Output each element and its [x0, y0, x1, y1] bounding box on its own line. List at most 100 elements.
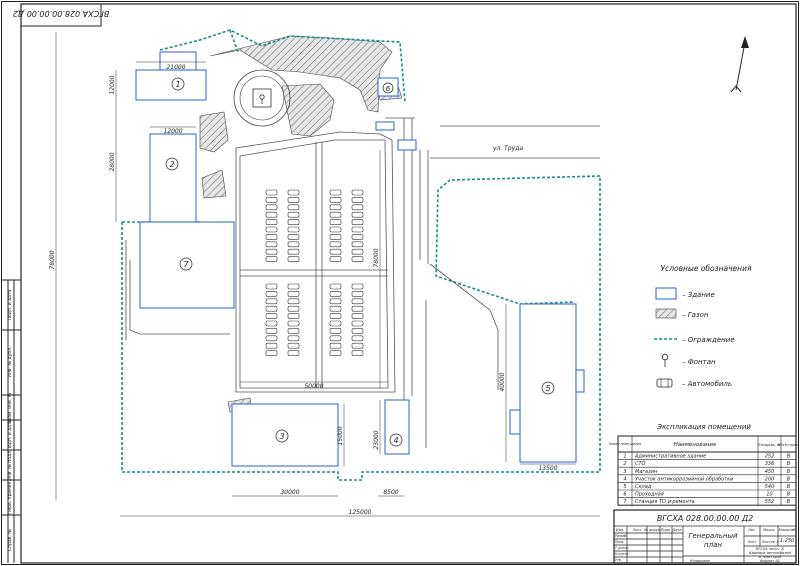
dim-23000: 23000	[373, 430, 380, 449]
dim-12000-a: 12000	[109, 75, 116, 94]
car-icon	[265, 189, 278, 196]
left-margin-column: Подп. и дата Инв. № дубл. Взам. инв. № П…	[1, 279, 21, 563]
fountain-icon	[252, 88, 272, 108]
title-block-row-3: Н.контр.	[615, 552, 629, 556]
car-icon	[287, 313, 300, 319]
explication-cell-number: 1	[623, 454, 626, 460]
car-icon	[329, 234, 342, 240]
legend: Условные обозначения – Здание – Газон – …	[654, 264, 752, 388]
car-icon	[329, 219, 342, 225]
car-icon	[329, 328, 342, 334]
legend-item-building: – Здание	[682, 291, 715, 299]
dim-40000: 40000	[499, 372, 506, 391]
car-icon	[329, 335, 342, 342]
explication-cell-category: В	[787, 476, 791, 482]
car-icon	[287, 320, 300, 327]
explication-cell-category: В	[787, 469, 791, 475]
car-icon	[351, 298, 364, 305]
side-label-3: Подп. и дата	[7, 419, 13, 450]
car-icon	[329, 313, 342, 319]
car-icon	[265, 248, 278, 255]
explication-cell-number: 3	[623, 469, 626, 475]
car-icon	[351, 313, 364, 319]
gate-box-1	[375, 121, 395, 131]
top-stamp-text: ВГСХА 028.00.00.00 Д2	[13, 9, 109, 18]
car-icon	[265, 298, 278, 305]
car-icon	[287, 291, 300, 297]
explication-cell-category: В	[787, 484, 791, 490]
car-icon	[329, 241, 342, 248]
side-label-6: Справ. №	[7, 529, 13, 551]
title-block-col-3: Подп.	[661, 528, 672, 532]
building-5-annex	[575, 369, 585, 393]
title-block-mass: Масса	[763, 528, 774, 532]
title-block-col-2: № докум.	[643, 528, 661, 532]
explication-cell-category: В	[787, 454, 791, 460]
explication-cell-name: Административное здание	[634, 454, 706, 460]
title-block-name-2: план	[704, 541, 722, 549]
car-icon	[329, 248, 342, 255]
car-icon	[329, 298, 342, 305]
title-block-row-1: Пров.	[615, 540, 624, 544]
car-icon	[265, 256, 278, 262]
title-block-sheets: Листов 1	[761, 540, 778, 544]
legend-fountain-icon	[661, 353, 669, 367]
street-label: ул. Труда	[492, 145, 523, 152]
title-block-code: ВГСХА 028.00.00.00 Д2	[657, 514, 753, 523]
car-icon	[329, 305, 342, 312]
explication-cell-category: В	[787, 499, 791, 505]
car-icon	[287, 204, 300, 211]
explication-cells: Номер поме-щения Наименование Площадь, м²К…	[609, 442, 800, 505]
car-icon	[265, 342, 278, 349]
car-icon	[287, 197, 300, 203]
dim-78000: 78000	[49, 250, 56, 269]
title-block-name-1: Генеральный	[688, 532, 738, 540]
car-icon	[287, 234, 300, 240]
side-label-5: Перв. примен.	[7, 480, 13, 514]
explication-cell-area: 252	[765, 454, 775, 460]
car-icon	[351, 320, 364, 327]
car-icon	[351, 197, 364, 203]
car-icon	[265, 328, 278, 334]
title-block-row-4: Утв.	[615, 558, 622, 562]
car-icon	[265, 197, 278, 203]
car-icon	[265, 320, 278, 327]
explication-cell-category: В	[787, 492, 791, 498]
car-icon	[329, 291, 342, 297]
building-5-number: 5	[545, 384, 550, 393]
title-block-col-1: Лист	[632, 528, 643, 532]
car-icon	[265, 219, 278, 225]
car-icon	[265, 305, 278, 312]
dim-21000: 21000	[166, 64, 185, 71]
car-icon	[329, 283, 342, 290]
title-block-scale: 1:250	[780, 538, 794, 544]
car-icon	[329, 342, 342, 349]
explication-cell-name: Проходная	[635, 492, 664, 498]
explication-cell-name: Магазин	[635, 469, 658, 475]
explication-header-category: Кате-гория	[778, 443, 800, 447]
dim-8500: 8500	[383, 489, 398, 496]
car-icon	[351, 328, 364, 334]
explication-cell-area: 540	[765, 484, 775, 490]
car-icon	[287, 256, 300, 262]
explication-cell-number: 7	[623, 499, 627, 505]
car-icon	[329, 350, 342, 356]
car-icon	[351, 234, 364, 240]
car-icon	[351, 283, 364, 290]
car-icon	[351, 248, 364, 255]
car-icon	[287, 248, 300, 255]
building-1	[135, 69, 207, 101]
explication-cell-category: В	[787, 461, 791, 467]
car-icon	[329, 256, 342, 262]
explication-cell-area: 336	[765, 461, 775, 467]
fountain-area	[233, 69, 291, 127]
car-icon	[329, 211, 342, 218]
explication-cell-name: Участок антикоррозийной обработки	[635, 476, 734, 482]
car-icon	[351, 291, 364, 297]
building-6-number: 6	[386, 85, 391, 93]
car-icon	[265, 211, 278, 218]
side-label-1: Инв. № дубл.	[7, 347, 13, 378]
explication-header-number: Номер поме-щения	[609, 442, 641, 446]
explication-cell-number: 5	[623, 484, 626, 490]
explication-cell-number: 4	[623, 476, 626, 482]
